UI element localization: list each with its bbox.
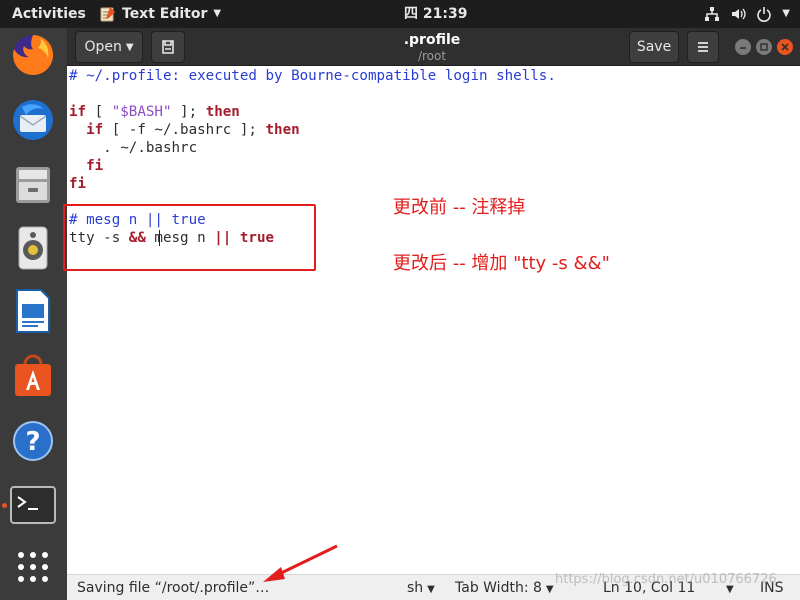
minimize-icon <box>740 47 746 49</box>
software-launcher[interactable] <box>9 351 57 399</box>
code-line: . ~/.bashrc <box>69 139 197 157</box>
tab-width-label: Tab Width: 8 <box>455 580 542 596</box>
shopping-bag-icon <box>15 354 51 396</box>
code-editor[interactable]: # ~/.profile: executed by Bourne-compati… <box>67 66 800 574</box>
document-title: .profile <box>403 32 461 48</box>
running-indicator <box>2 503 7 508</box>
menu-button[interactable] <box>687 31 719 63</box>
thunderbird-icon <box>13 100 53 140</box>
file-cabinet-icon <box>16 167 50 203</box>
app-name: Text Editor <box>122 6 208 22</box>
new-document-icon <box>162 40 174 54</box>
dock: ? <box>0 28 67 600</box>
minimize-button[interactable] <box>735 39 751 55</box>
terminal-icon <box>10 486 56 524</box>
code-text: mesg n <box>145 230 215 246</box>
code-text: tty -s <box>69 230 129 246</box>
code-line: fi <box>69 157 103 175</box>
code-keyword: fi <box>69 176 87 192</box>
annotation-after: 更改后 -- 增加 "tty -s &&" <box>393 253 610 274</box>
grid-icon <box>18 552 48 582</box>
hamburger-menu-icon <box>698 42 708 52</box>
code-keyword: if <box>86 122 104 138</box>
terminal-launcher[interactable] <box>9 481 57 529</box>
code-comment: # mesg n || true <box>69 212 206 228</box>
code-keyword: fi <box>86 158 104 174</box>
code-keyword: true <box>239 230 275 246</box>
chevron-down-icon: ▼ <box>782 8 790 19</box>
code-line: tty -s && mesg n || true <box>69 229 274 247</box>
svg-text:?: ? <box>25 427 40 457</box>
firefox-launcher[interactable] <box>9 31 57 79</box>
code-line: if [ -f ~/.bashrc ]; then <box>69 121 300 139</box>
open-button[interactable]: Open ▼ <box>75 31 143 63</box>
maximize-button[interactable] <box>756 39 772 55</box>
code-line: # ~/.profile: executed by Bourne-compati… <box>69 67 556 85</box>
new-document-button[interactable] <box>151 31 185 63</box>
help-launcher[interactable]: ? <box>9 417 57 465</box>
code-text: [ -f ~/.bashrc ]; <box>103 122 266 138</box>
document-writer-icon <box>16 289 50 333</box>
code-keyword: || <box>214 230 232 246</box>
window-controls <box>735 39 793 55</box>
code-keyword: && <box>128 230 146 246</box>
code-line: if [ "$BASH" ]; then <box>69 103 240 121</box>
rhythmbox-launcher[interactable] <box>9 224 57 272</box>
network-icon <box>705 7 720 21</box>
firefox-icon <box>13 34 54 75</box>
chevron-down-icon: ▼ <box>427 584 435 595</box>
code-line: # mesg n || true <box>69 211 206 229</box>
status-message: Saving file “/root/.profile”… <box>77 580 270 596</box>
code-comment: # ~/.profile: executed by Bourne-compati… <box>69 68 556 84</box>
code-text: . ~/.bashrc <box>69 140 198 156</box>
save-button[interactable]: Save <box>629 31 679 63</box>
annotation-arrow <box>263 544 338 582</box>
text-editor-window: Open ▼ .profile /root Save # ~/.profile:… <box>67 28 800 600</box>
help-icon: ? <box>13 421 53 461</box>
activities-button[interactable]: Activities <box>12 0 86 28</box>
chevron-down-icon: ▼ <box>125 41 134 53</box>
close-button[interactable] <box>777 39 793 55</box>
chevron-down-icon: ▼ <box>213 8 222 19</box>
system-tray[interactable]: ▼ <box>704 0 790 28</box>
code-string: "$BASH" <box>111 104 172 120</box>
code-keyword: if <box>69 104 87 120</box>
code-keyword: then <box>265 122 300 138</box>
close-icon <box>781 43 789 51</box>
tab-width-selector[interactable]: Tab Width: 8 ▼ <box>455 575 554 600</box>
maximize-icon <box>760 43 768 51</box>
code-text: [ <box>86 104 112 120</box>
code-text: ]; <box>171 104 206 120</box>
text-editor-icon <box>100 7 115 22</box>
power-icon <box>757 7 772 22</box>
watermark: https://blog.csdn.net/u010766726 <box>555 572 777 587</box>
annotation-before: 更改前 -- 注释掉 <box>393 197 526 218</box>
app-menu[interactable]: Text Editor ▼ <box>100 0 221 28</box>
volume-icon <box>732 8 746 20</box>
code-keyword: then <box>205 104 240 120</box>
window-title: .profile /root <box>317 31 547 63</box>
show-apps-button[interactable] <box>9 543 57 591</box>
language-selector[interactable]: sh ▼ <box>407 575 435 600</box>
code-line: fi <box>69 175 86 193</box>
header-bar: Open ▼ .profile /root Save <box>67 28 800 66</box>
language-label: sh <box>407 580 424 596</box>
speaker-icon <box>18 226 48 270</box>
clock[interactable]: 四 21:39 <box>404 0 467 28</box>
open-button-label: Open <box>84 39 122 55</box>
chevron-down-icon: ▼ <box>545 584 554 595</box>
text-cursor <box>159 230 160 246</box>
thunderbird-launcher[interactable] <box>9 96 57 144</box>
top-bar: Activities Text Editor ▼ 四 21:39 ▼ <box>0 0 800 28</box>
writer-launcher[interactable] <box>9 287 57 335</box>
document-path: /root <box>417 49 447 63</box>
files-launcher[interactable] <box>9 161 57 209</box>
